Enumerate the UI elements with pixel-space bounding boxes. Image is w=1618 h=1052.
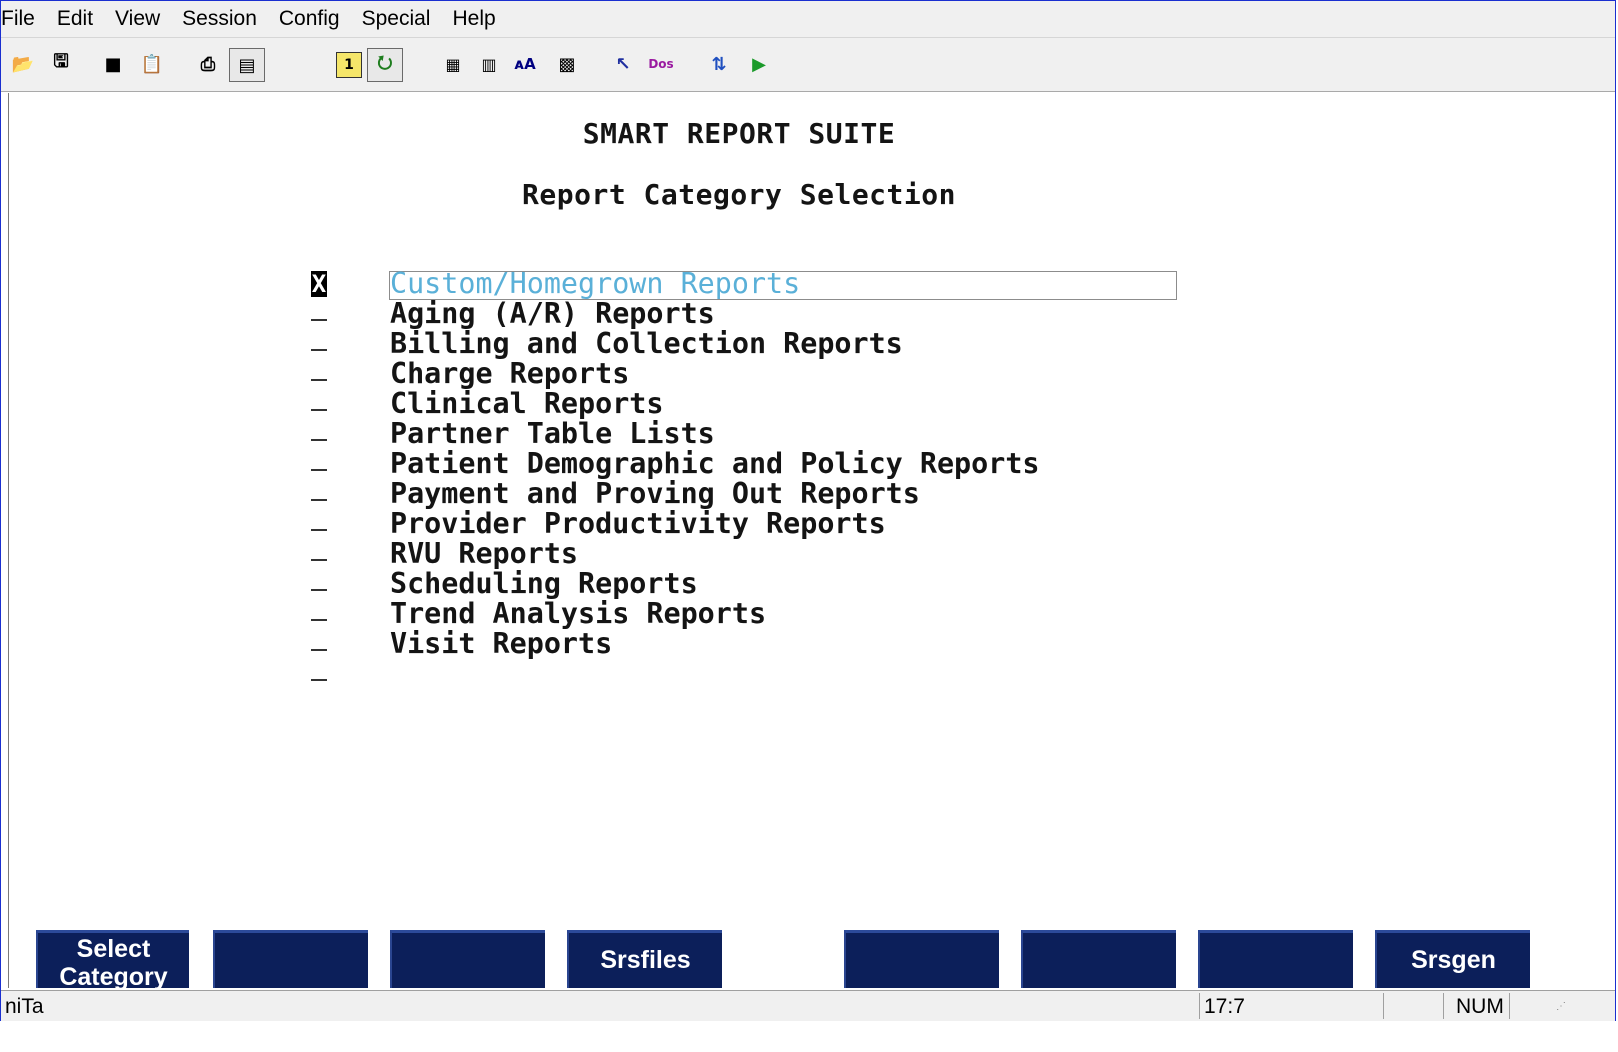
category-mark[interactable] bbox=[311, 449, 327, 471]
status-cursor-position: 17:7 bbox=[1204, 995, 1245, 1018]
menu-bar: File Edit View Session Config Special He… bbox=[1, 1, 1615, 38]
fkey-select-category[interactable]: Select Category bbox=[36, 930, 189, 988]
copy-icon[interactable]: ■ bbox=[99, 50, 127, 78]
category-mark[interactable] bbox=[311, 539, 327, 561]
status-separator bbox=[1383, 993, 1384, 1019]
category-mark[interactable] bbox=[311, 629, 327, 651]
category-label: Trend Analysis Reports bbox=[390, 597, 767, 630]
category-label: Aging (A/R) Reports bbox=[390, 297, 715, 330]
font-size-icon[interactable]: ᴀA bbox=[511, 50, 539, 78]
category-label: Patient Demographic and Policy Reports bbox=[390, 447, 1040, 480]
fkey-blank[interactable] bbox=[844, 930, 999, 988]
info-icon[interactable]: 1 bbox=[336, 52, 362, 78]
print-screen-icon[interactable]: ▤ bbox=[229, 48, 265, 82]
status-num-lock: NUM bbox=[1456, 995, 1504, 1018]
terminal-screen: SMART REPORT SUITE Report Category Selec… bbox=[8, 93, 1615, 988]
status-separator bbox=[1199, 993, 1200, 1019]
category-label: Charge Reports bbox=[390, 357, 630, 390]
category-label: RVU Reports bbox=[390, 537, 579, 570]
screen-title: SMART REPORT SUITE bbox=[582, 117, 896, 150]
category-mark[interactable] bbox=[311, 599, 327, 621]
menu-session[interactable]: Session bbox=[171, 1, 268, 37]
category-label: Scheduling Reports bbox=[390, 567, 698, 600]
status-separator bbox=[1443, 993, 1444, 1019]
fkey-label: Srsgen bbox=[1411, 946, 1496, 974]
fkey-blank[interactable] bbox=[1021, 930, 1176, 988]
status-bar: niTa 17:7 NUM ⋰ bbox=[1, 990, 1615, 1021]
fkey-label: Select Category bbox=[59, 935, 168, 988]
category-label: Payment and Proving Out Reports bbox=[390, 477, 920, 510]
fkey-srsfiles[interactable]: Srsfiles bbox=[567, 930, 722, 988]
resize-grip-icon[interactable]: ⋰ bbox=[1556, 1001, 1566, 1012]
transfer-icon[interactable]: ⇅ bbox=[705, 50, 733, 78]
category-mark[interactable]: X bbox=[311, 271, 327, 297]
help-pointer-icon[interactable]: ↖ bbox=[609, 50, 637, 78]
menu-config[interactable]: Config bbox=[268, 1, 351, 37]
menu-help[interactable]: Help bbox=[441, 1, 506, 37]
category-mark[interactable] bbox=[311, 479, 327, 501]
menu-special[interactable]: Special bbox=[351, 1, 442, 37]
macro-run-icon[interactable]: ⭮ bbox=[367, 48, 403, 82]
open-folder-icon[interactable]: 📂 bbox=[9, 50, 37, 78]
category-label: Billing and Collection Reports bbox=[390, 327, 903, 360]
fkey-blank[interactable] bbox=[213, 930, 368, 988]
category-label: Partner Table Lists bbox=[390, 417, 715, 450]
menu-edit[interactable]: Edit bbox=[46, 1, 104, 37]
category-mark[interactable] bbox=[311, 509, 327, 531]
fkey-srsgen[interactable]: Srsgen bbox=[1375, 930, 1530, 988]
category-mark[interactable] bbox=[311, 419, 327, 441]
status-separator bbox=[1509, 993, 1510, 1019]
receive-screen-icon[interactable]: ▥ bbox=[475, 50, 503, 78]
status-session: niTa bbox=[5, 995, 44, 1018]
category-mark[interactable] bbox=[311, 659, 327, 681]
category-label: Clinical Reports bbox=[390, 387, 664, 420]
category-label: Custom/Homegrown Reports bbox=[390, 267, 801, 300]
below-window bbox=[0, 1021, 1618, 1052]
docs-icon[interactable]: Dos bbox=[647, 50, 675, 78]
category-mark[interactable] bbox=[311, 359, 327, 381]
category-label: Visit Reports bbox=[390, 627, 613, 660]
paste-icon[interactable]: 📋 bbox=[138, 50, 166, 78]
category-mark[interactable] bbox=[311, 569, 327, 591]
toolbar: 📂 🖫 ■ 📋 ⎙ ▤ 1 ⭮ ▦ ▥ ᴀA ▩ ↖ Dos ⇅ ▶ bbox=[1, 38, 1615, 92]
screen-subtitle: Report Category Selection bbox=[522, 178, 956, 211]
category-mark[interactable] bbox=[311, 299, 327, 321]
play-icon[interactable]: ▶ bbox=[745, 50, 773, 78]
print-icon[interactable]: ⎙ bbox=[194, 50, 222, 78]
send-screen-icon[interactable]: ▦ bbox=[439, 50, 467, 78]
category-mark[interactable] bbox=[311, 329, 327, 351]
keyboard-map-icon[interactable]: ▩ bbox=[553, 50, 581, 78]
menu-view[interactable]: View bbox=[104, 1, 171, 37]
category-mark[interactable] bbox=[311, 389, 327, 411]
fkey-blank[interactable] bbox=[1198, 930, 1353, 988]
category-label: Provider Productivity Reports bbox=[390, 507, 886, 540]
save-disk-icon[interactable]: 🖫 bbox=[47, 50, 75, 78]
menu-file[interactable]: File bbox=[1, 1, 46, 37]
fkey-blank[interactable] bbox=[390, 930, 545, 988]
fkey-label: Srsfiles bbox=[600, 946, 691, 974]
